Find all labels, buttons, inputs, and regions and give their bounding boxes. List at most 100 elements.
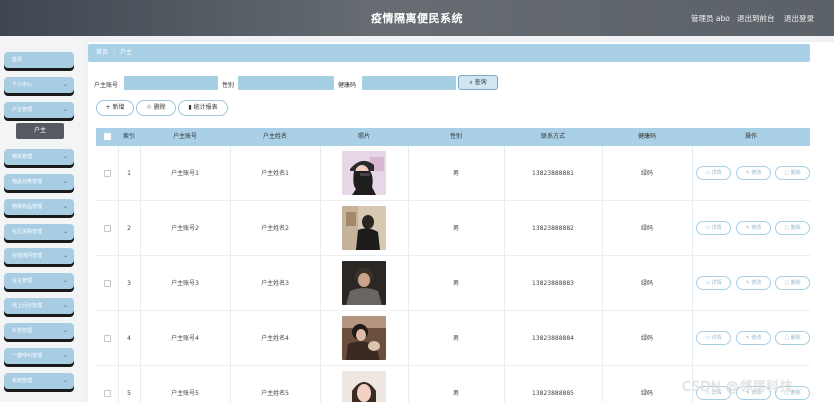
edit-button[interactable]: ✎ 修改 bbox=[736, 166, 771, 180]
row-checkbox[interactable] bbox=[104, 170, 111, 177]
household-photo bbox=[342, 371, 386, 402]
delete-button[interactable]: ♲ 删除 bbox=[136, 100, 176, 116]
sidebar-item-owner[interactable]: 业主管理 ⌄ bbox=[4, 273, 74, 289]
gender-label: 性别 bbox=[222, 82, 235, 89]
main-content: 首页 / 户主 户主账号 性别 健康码 ⌕ 查询 + 新增 ♲ 删除 ▮ 统计报表 … bbox=[88, 42, 834, 402]
cell-gender: 男 bbox=[452, 280, 459, 287]
trash-icon: ▢ bbox=[784, 225, 790, 231]
sidebar-item-inquiry[interactable]: 在线询问管理 ⌄ bbox=[4, 248, 74, 264]
col-account: 户主账号 bbox=[172, 133, 197, 140]
row-delete-button[interactable]: ▢ 删除 bbox=[775, 166, 810, 180]
breadcrumb-current: 户主 bbox=[120, 49, 133, 56]
cell-index: 2 bbox=[127, 225, 131, 232]
detail-button[interactable]: ▭ 详情 bbox=[696, 166, 731, 180]
cell-health: 绿码 bbox=[640, 390, 653, 397]
cell-account: 户主账号2 bbox=[171, 225, 199, 232]
sidebar-item-area[interactable]: 片管管理 ⌄ bbox=[4, 323, 74, 339]
back-to-front-link[interactable]: 退出到前台 bbox=[737, 13, 775, 24]
sidebar-item-supplies[interactable]: 物资管理 ⌄ bbox=[4, 149, 74, 165]
pencil-icon: ✎ bbox=[745, 280, 750, 286]
cell-phone: 13823888883 bbox=[532, 280, 574, 287]
chevron-down-icon: ⌄ bbox=[62, 178, 68, 185]
cell-gender: 男 bbox=[452, 390, 459, 397]
account-label: 户主账号 bbox=[94, 82, 119, 89]
table-header: 索引 户主账号 户主姓名 照片 性别 联系方式 健康码 操作 bbox=[96, 128, 810, 146]
add-button[interactable]: + 新增 bbox=[96, 100, 134, 116]
select-all-checkbox[interactable] bbox=[104, 133, 111, 140]
report-button[interactable]: ▮ 统计报表 bbox=[178, 100, 228, 116]
health-input[interactable] bbox=[362, 76, 456, 90]
cell-name: 户主姓名1 bbox=[261, 170, 289, 177]
chevron-down-icon: ⌄ bbox=[62, 352, 68, 359]
chevron-down-icon: ⌄ bbox=[62, 277, 68, 284]
row-checkbox[interactable] bbox=[104, 335, 111, 342]
edit-button[interactable]: ✎ 修改 bbox=[736, 221, 771, 235]
logout-link[interactable]: 退出登录 bbox=[784, 13, 814, 24]
cell-account: 户主账号4 bbox=[171, 335, 199, 342]
sidebar-item-consult[interactable]: 线上问诊管理 ⌄ bbox=[4, 298, 74, 314]
chevron-down-icon: ⌄ bbox=[62, 228, 68, 235]
household-photo bbox=[342, 151, 386, 195]
sidebar-item-home[interactable]: 首页 bbox=[4, 52, 74, 68]
cell-health: 绿码 bbox=[640, 280, 653, 287]
chevron-down-icon: ⌄ bbox=[62, 252, 68, 259]
account-input[interactable] bbox=[124, 76, 218, 90]
cell-account: 户主账号5 bbox=[171, 390, 199, 397]
edit-button[interactable]: ✎ 修改 bbox=[736, 331, 771, 345]
row-checkbox[interactable] bbox=[104, 390, 111, 397]
search-button[interactable]: ⌕ 查询 bbox=[458, 75, 498, 90]
detail-button[interactable]: ▭ 详情 bbox=[696, 276, 731, 290]
sidebar-item-goods[interactable]: 物资商品管理 ⌄ bbox=[4, 199, 74, 215]
table-row: 2 户主账号2 户主姓名2 男 13823888882 绿码 ▭ 详情 ✎ 修改… bbox=[96, 201, 810, 256]
chevron-down-icon: ⌄ bbox=[62, 327, 68, 334]
cell-name: 户主姓名2 bbox=[261, 225, 289, 232]
table-row: 4 户主账号4 户主姓名4 男 13823888884 绿码 ▭ 详情 ✎ 修改… bbox=[96, 311, 810, 366]
health-label: 健康码 bbox=[338, 82, 357, 89]
cell-name: 户主姓名3 bbox=[261, 280, 289, 287]
detail-button[interactable]: ▭ 详情 bbox=[696, 221, 731, 235]
pencil-icon: ✎ bbox=[745, 170, 750, 176]
sidebar-item-system[interactable]: 系统管理 ⌄ bbox=[4, 373, 74, 389]
table-row: 3 户主账号3 户主姓名3 男 13823888883 绿码 ▭ 详情 ✎ 修改… bbox=[96, 256, 810, 311]
col-health: 健康码 bbox=[637, 133, 656, 140]
cell-health: 绿码 bbox=[640, 335, 653, 342]
cell-gender: 男 bbox=[452, 170, 459, 177]
cell-index: 4 bbox=[127, 335, 131, 342]
household-photo bbox=[342, 261, 386, 305]
sidebar-item-category[interactable]: 物品分类管理 ⌄ bbox=[4, 174, 74, 190]
household-photo bbox=[342, 206, 386, 250]
edit-button[interactable]: ✎ 修改 bbox=[736, 276, 771, 290]
col-gender: 性别 bbox=[449, 133, 462, 140]
breadcrumb-home[interactable]: 首页 bbox=[96, 49, 108, 56]
admin-user-label: 管理员 abo bbox=[691, 14, 730, 23]
cell-name: 户主姓名4 bbox=[261, 335, 289, 342]
sidebar-item-call[interactable]: 一键呼叫管理 ⌄ bbox=[4, 348, 74, 364]
pencil-icon: ✎ bbox=[745, 335, 750, 341]
trash-icon: ♲ bbox=[146, 104, 152, 111]
row-delete-button[interactable]: ▢ 删除 bbox=[775, 221, 810, 235]
row-delete-button[interactable]: ▢ 删除 bbox=[775, 276, 810, 290]
row-checkbox[interactable] bbox=[104, 225, 111, 232]
gender-input[interactable] bbox=[238, 76, 334, 90]
chevron-down-icon: ⌄ bbox=[62, 377, 68, 384]
sidebar-item-household[interactable]: 户主管理 ⌄ bbox=[4, 102, 74, 118]
cell-account: 户主账号1 bbox=[171, 170, 199, 177]
document-icon: ▭ bbox=[705, 225, 711, 231]
detail-button[interactable]: ▭ 详情 bbox=[696, 331, 731, 345]
watermark: CSDN @邻居科技 bbox=[682, 380, 794, 395]
sidebar-item-profile[interactable]: 个人中心 ⌄ bbox=[4, 77, 74, 93]
cell-health: 绿码 bbox=[640, 170, 653, 177]
trash-icon: ▢ bbox=[784, 335, 790, 341]
trash-icon: ▢ bbox=[784, 280, 790, 286]
app-header: 疫情隔离便民系统 管理员 abo 退出到前台 退出登录 bbox=[0, 0, 834, 36]
row-delete-button[interactable]: ▢ 删除 bbox=[775, 331, 810, 345]
chevron-down-icon: ⌄ bbox=[62, 203, 68, 210]
cell-phone: 13823888882 bbox=[532, 225, 574, 232]
sidebar-subitem-household[interactable]: 户主 bbox=[16, 123, 64, 139]
cell-name: 户主姓名5 bbox=[261, 390, 289, 397]
document-icon: ▭ bbox=[705, 280, 711, 286]
sidebar-item-purchase[interactable]: 社区采购管理 ⌄ bbox=[4, 224, 74, 240]
col-actions: 操作 bbox=[744, 133, 757, 140]
col-name: 户主姓名 bbox=[262, 133, 287, 140]
row-checkbox[interactable] bbox=[104, 280, 111, 287]
